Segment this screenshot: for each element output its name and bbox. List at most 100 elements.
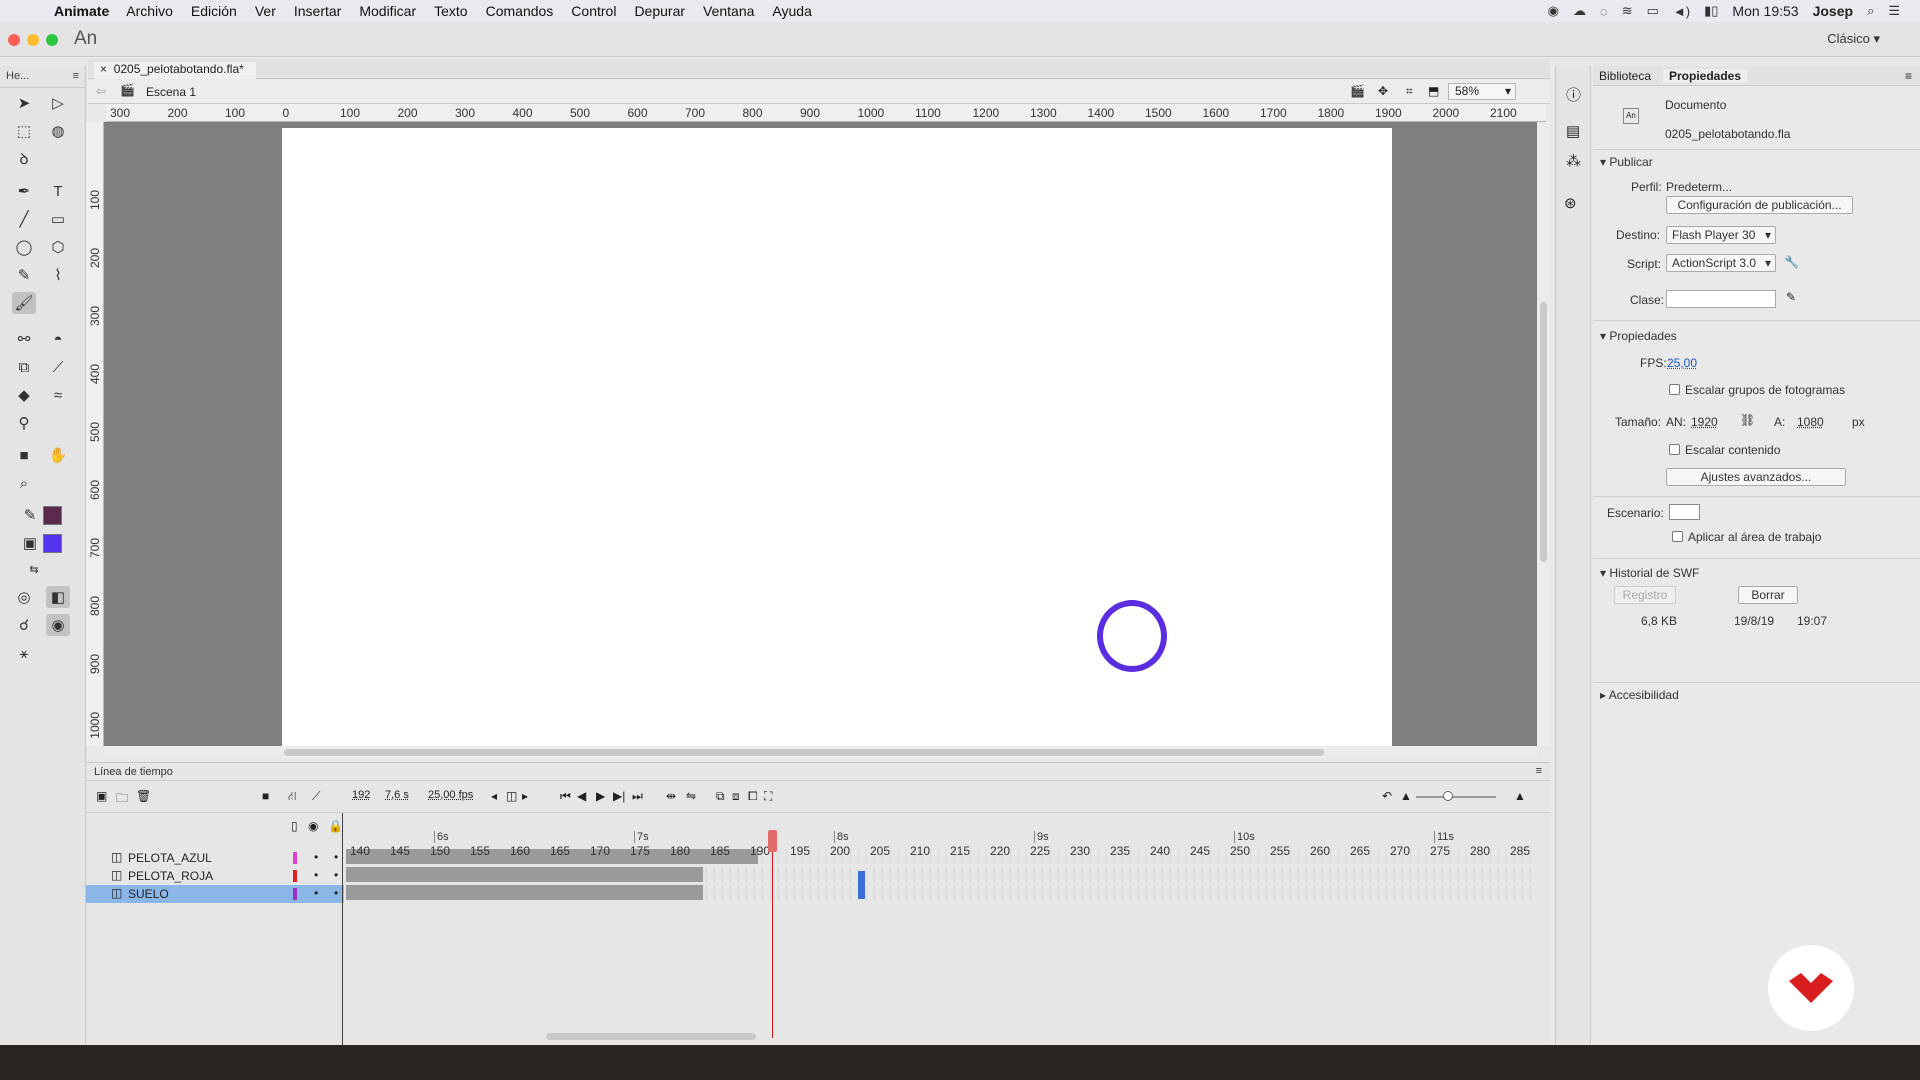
hand-tool-icon[interactable]: ✋ — [46, 444, 70, 466]
pen-tool-icon[interactable]: ✒ — [12, 180, 36, 202]
camera-icon[interactable]: ■ — [262, 789, 269, 803]
menu-depurar[interactable]: Depurar — [625, 3, 694, 19]
smoothing-icon[interactable]: ☌ — [12, 614, 36, 636]
free-transform-tool-icon[interactable]: ⬚ — [12, 120, 36, 142]
wrench-icon[interactable]: 🔧 — [1784, 255, 1799, 269]
selection-tool-icon[interactable]: ➤ — [12, 92, 36, 114]
menu-insertar[interactable]: Insertar — [285, 3, 350, 19]
layer-parenting-icon[interactable]: ⛙ — [288, 789, 296, 805]
brush-mode-icon[interactable]: ◧ — [46, 586, 70, 608]
tab-propiedades[interactable]: Propiedades — [1663, 69, 1748, 83]
battery-icon[interactable]: ▮▯ — [1704, 3, 1718, 19]
fill-color-swatch[interactable] — [43, 534, 62, 553]
brush-tool-icon[interactable]: ⌇ — [46, 264, 70, 286]
snap-icon[interactable]: ⌗ — [1406, 84, 1413, 99]
advanced-settings-button[interactable]: Ajustes avanzados... — [1666, 468, 1846, 486]
3d-rotation-tool-icon[interactable]: ◍ — [46, 120, 70, 142]
section-propiedades[interactable]: ▾ Propiedades — [1600, 329, 1677, 343]
center-frame-icon[interactable]: ⇋ — [686, 789, 696, 803]
layer-lock-dot[interactable]: • — [334, 850, 338, 864]
go-to-first-icon[interactable]: ⏮ — [560, 789, 571, 804]
next-keyframe-icon[interactable]: ▸ — [522, 789, 528, 803]
menu-app[interactable]: Animate — [44, 3, 117, 19]
onion-skin-icon[interactable]: ⧉ — [716, 789, 725, 804]
menu-edicion[interactable]: Edición — [182, 3, 246, 19]
layer-visible-dot[interactable]: • — [314, 850, 318, 864]
motion-presets-icon[interactable]: ⁂ — [1566, 152, 1581, 170]
stage-horizontal-scrollbar[interactable] — [104, 746, 1537, 758]
publish-settings-button[interactable]: Configuración de publicación... — [1666, 196, 1853, 214]
pressure-icon[interactable]: ◉ — [46, 614, 70, 636]
section-accesibilidad[interactable]: ▸ Accesibilidad — [1600, 688, 1679, 702]
wifi-icon[interactable]: ≋ — [1622, 3, 1633, 19]
width-tool-icon[interactable]: ≈ — [46, 384, 70, 406]
cc-libraries-icon[interactable]: ⊛ — [1564, 194, 1577, 212]
playhead-handle[interactable] — [768, 830, 777, 852]
onion-range-icon[interactable]: ⛶ — [764, 789, 772, 804]
menu-ventana[interactable]: Ventana — [694, 3, 763, 19]
close-window-button[interactable] — [8, 34, 20, 46]
stage-color-swatch[interactable] — [1669, 504, 1700, 520]
go-to-last-icon[interactable]: ⏭ — [632, 789, 643, 804]
frame-span-suelo[interactable] — [346, 885, 703, 900]
clock[interactable]: Mon 19:53 — [1732, 3, 1798, 19]
zoom-tool-icon[interactable]: ⌕ — [12, 472, 36, 494]
horizontal-scroll-thumb[interactable] — [284, 749, 1324, 756]
height-value[interactable]: 1080 — [1797, 415, 1824, 429]
scene-label[interactable]: Escena 1 — [146, 85, 196, 99]
menu-ver[interactable]: Ver — [246, 3, 285, 19]
panel-menu-icon[interactable]: ≡ — [1905, 69, 1912, 83]
zoom-select[interactable]: 58% ▾ — [1448, 83, 1516, 100]
visibility-eye-icon[interactable]: ◉ — [308, 819, 318, 833]
swap-colors-icon[interactable]: ⇆ — [22, 558, 46, 580]
outline-toggle-icon[interactable]: ▯ — [291, 819, 298, 833]
insert-keyframe-icon[interactable]: ◫ — [506, 789, 517, 803]
current-time[interactable]: 7,6 s — [385, 789, 409, 801]
layer-row-selected[interactable]: ◫ SUELO • • — [86, 885, 344, 903]
frame-zoom-handle[interactable] — [1443, 791, 1453, 801]
edit-symbol-icon[interactable]: ✥ — [1378, 84, 1388, 98]
menu-texto[interactable]: Texto — [425, 3, 476, 19]
section-swf-history[interactable]: ▾ Historial de SWF — [1600, 566, 1699, 580]
panel-menu-icon[interactable]: ≡ — [1536, 765, 1542, 777]
line-tool-icon[interactable]: ╱ — [12, 208, 36, 230]
ball-shape[interactable] — [1097, 600, 1167, 672]
stage-canvas[interactable] — [282, 128, 1392, 746]
rectangle-tool-icon[interactable]: ▭ — [46, 208, 70, 230]
record-icon[interactable]: ◉ — [1548, 3, 1559, 19]
playhead[interactable] — [768, 830, 777, 1038]
edit-scene-icon[interactable]: 🎬 — [1350, 84, 1365, 98]
frame-rate[interactable]: 25,00 fps — [428, 789, 473, 801]
edit-multiple-frames-icon[interactable]: ⧠ — [748, 789, 758, 804]
vertical-scroll-thumb[interactable] — [1540, 302, 1547, 562]
menu-control[interactable]: Control — [562, 3, 625, 19]
timeline-title[interactable]: Línea de tiempo — [94, 766, 173, 778]
bone-tool-icon[interactable]: ⚯ — [12, 328, 36, 350]
link-dimensions-icon[interactable]: ⛓ — [1740, 413, 1755, 427]
prev-keyframe-icon[interactable]: ◂ — [491, 789, 497, 803]
current-frame[interactable]: 192 — [352, 789, 370, 801]
eyedropper-tool-icon[interactable]: ⟋ — [46, 356, 70, 378]
new-layer-icon[interactable]: ▣ — [96, 789, 107, 803]
scale-frames-checkbox[interactable] — [1669, 384, 1680, 395]
selected-frame-block[interactable] — [858, 871, 865, 899]
loop-icon[interactable]: ⇹ — [666, 789, 676, 803]
layer-name[interactable]: PELOTA_ROJA — [128, 869, 213, 883]
oval-tool-icon[interactable]: ◯ — [12, 236, 36, 258]
undo-zoom-icon[interactable]: ↶ — [1382, 789, 1392, 803]
tab-biblioteca[interactable]: Biblioteca — [1599, 69, 1651, 83]
camera-tool-icon[interactable]: ■ — [12, 444, 36, 466]
document-tab[interactable]: × 0205_pelotabotando.fla* — [94, 62, 256, 79]
align-icon[interactable]: ▤ — [1566, 122, 1580, 140]
paint-brush-tool-icon[interactable]: 🖌 — [12, 292, 36, 314]
script-select[interactable]: ActionScript 3.0 ▾ — [1666, 254, 1776, 272]
sync-icon[interactable]: ◌ — [1600, 4, 1608, 19]
apply-workarea-checkbox[interactable] — [1672, 531, 1683, 542]
user-name[interactable]: Josep — [1813, 3, 1853, 19]
step-forward-icon[interactable]: ▶| — [613, 789, 625, 803]
menu-comandos[interactable]: Comandos — [477, 3, 563, 19]
new-folder-icon[interactable]: 🗀 — [116, 789, 128, 810]
panel-menu-icon[interactable]: ≡ — [73, 70, 79, 83]
clip-stage-icon[interactable]: ⬒ — [1428, 84, 1439, 98]
polystar-tool-icon[interactable]: ⬡ — [46, 236, 70, 258]
